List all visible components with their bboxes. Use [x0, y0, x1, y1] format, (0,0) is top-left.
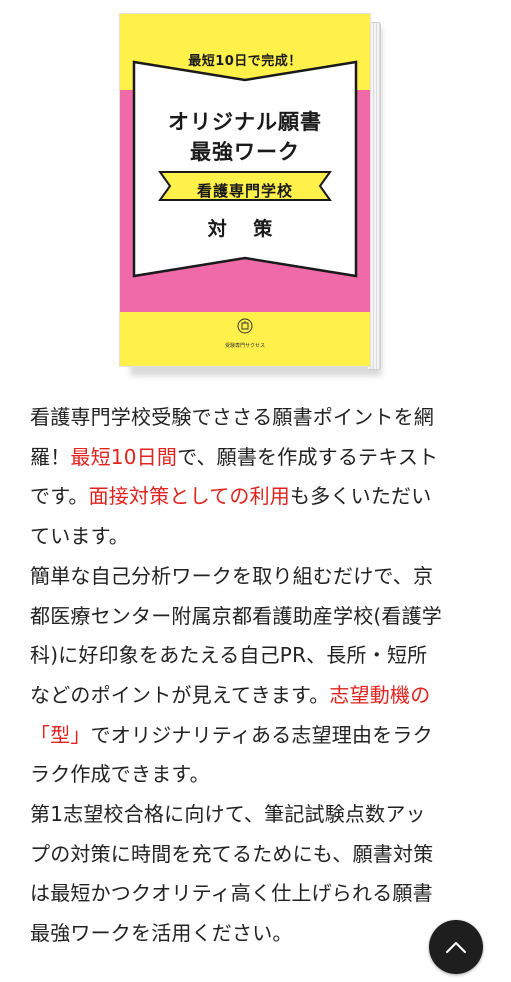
chevron-up-icon: [446, 942, 466, 953]
book-title-line2: 最強ワーク: [190, 140, 300, 164]
text-segment: 第1志望校合格に向けて、筆記試験点数アッ: [30, 802, 426, 827]
book-subtitle: 看護専門学校: [196, 182, 293, 200]
text-segment: でオリジナリティある志望理由をラク: [90, 722, 433, 747]
text-segment: は最短かつクオリティ高く仕上げられる願書: [30, 881, 433, 906]
book-publisher-logo: [120, 318, 370, 338]
text-segment: 科)に好印象をあたえる自己PR、長所・短所: [30, 643, 428, 668]
text-segment: ています。: [30, 524, 129, 549]
text-line: 第1志望校合格に向けて、筆記試験点数アッ: [30, 795, 488, 835]
text-segment: 最強ワークを活用ください。: [30, 921, 293, 946]
text-line: 簡単な自己分析ワークを取り組むだけで、京: [30, 557, 488, 597]
back-to-top-button[interactable]: [429, 920, 483, 974]
text-segment: も多くいただい: [290, 484, 432, 509]
text-segment: 看護専門学校受験でささる願書ポイントを網: [30, 405, 434, 429]
text-segment: で、願書を作成するテキスト: [177, 444, 439, 469]
text-line: ラク作成できます。: [30, 755, 488, 795]
text-segment: 羅！: [30, 444, 71, 469]
highlight-text: 面接対策としての利用: [88, 484, 291, 509]
text-segment: プの対策に時間を充てるためにも、願書対策: [30, 841, 434, 866]
highlight-text: 志望動機の: [329, 682, 431, 707]
text-line: 「型」でオリジナリティある志望理由をラク: [30, 716, 488, 756]
text-line: 羅！最短10日間で、願書を作成するテキスト: [30, 438, 488, 478]
text-line: プの対策に時間を充てるためにも、願書対策: [30, 835, 488, 875]
text-line: 都医療センター附属京都看護助産学校(看護学: [30, 597, 488, 637]
text-segment: 簡単な自己分析ワークを取り組むだけで、京: [30, 563, 434, 588]
text-segment: 都医療センター附属京都看護助産学校(看護学: [30, 603, 443, 628]
text-segment: ラク作成できます。: [30, 762, 210, 787]
book-title-line1: オリジナル願書: [168, 110, 322, 134]
book-taisaku: 対 策: [207, 218, 283, 240]
text-segment: です。: [30, 484, 89, 509]
publisher-logo-icon: [237, 318, 253, 334]
book-cover-image: 最短10日で完成！ オリジナル願書 最強ワーク 看護専門学校 対 策 受験専門サ…: [120, 14, 386, 376]
text-line: です。面接対策としての利用も多くいただい: [30, 477, 488, 517]
highlight-text: 最短10日間: [70, 444, 178, 469]
text-line: などのポイントが見えてきます。志望動機の: [30, 676, 488, 716]
text-line: は最短かつクオリティ高く仕上げられる願書: [30, 874, 488, 914]
text-segment: などのポイントが見えてきます。: [30, 682, 330, 707]
book-publisher-name: 受験専門サクセス: [224, 343, 265, 349]
book-front: 最短10日で完成！ オリジナル願書 最強ワーク 看護専門学校 対 策 受験専門サ…: [120, 14, 370, 366]
text-line: ています。: [30, 517, 488, 557]
highlight-text: 「型」: [30, 722, 91, 747]
text-line: 最強ワークを活用ください。: [30, 914, 488, 954]
description-text: 看護専門学校受験でささる願書ポイントを網 羅！最短10日間で、願書を作成するテキ…: [30, 398, 488, 954]
text-line: 看護専門学校受験でささる願書ポイントを網: [30, 398, 488, 438]
book-catch-copy: 最短10日で完成！: [188, 54, 302, 69]
text-line: 科)に好印象をあたえる自己PR、長所・短所: [30, 636, 488, 676]
